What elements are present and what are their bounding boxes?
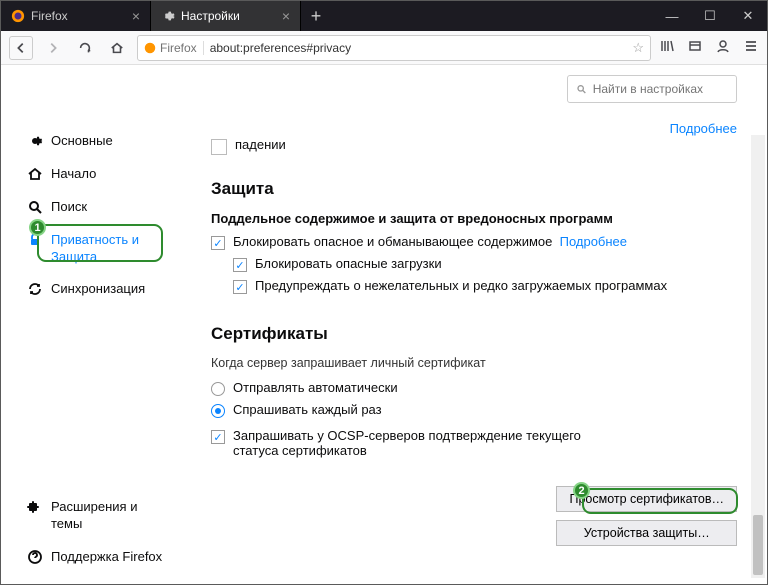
url-text: about:preferences#privacy <box>210 41 351 55</box>
settings-search-input[interactable] <box>593 82 728 96</box>
clipped-row: падении <box>211 137 737 155</box>
gear-icon <box>27 133 43 149</box>
forward-button[interactable] <box>41 36 65 60</box>
checkbox-label: Запрашивать у OCSP-серверов подтверждени… <box>233 428 591 458</box>
sidebar-item-search[interactable]: Поиск <box>21 191 171 224</box>
home-icon <box>27 166 43 182</box>
url-bar[interactable]: Firefox about:preferences#privacy ☆ <box>137 35 651 61</box>
minimize-button[interactable]: — <box>653 1 691 31</box>
checkbox-label: Блокировать опасное и обманывающее содер… <box>233 234 627 249</box>
identity-label: Firefox <box>160 41 197 55</box>
sidebar-item-general[interactable]: Основные <box>21 125 171 158</box>
tab-label: Firefox <box>31 9 68 23</box>
row-ocsp: Запрашивать у OCSP-серверов подтверждени… <box>211 428 591 458</box>
scrollbar-thumb[interactable] <box>753 515 763 575</box>
back-button[interactable] <box>9 36 33 60</box>
menu-icon[interactable] <box>743 38 759 57</box>
row-block-dangerous: Блокировать опасное и обманывающее содер… <box>211 234 737 250</box>
sidebar-item-label: Приватность и Защита <box>51 232 165 266</box>
row-block-downloads: Блокировать опасные загрузки <box>233 256 737 272</box>
titlebar: Firefox × Настройки × + — ☐ ✕ <box>1 1 767 31</box>
checkbox[interactable] <box>211 139 227 155</box>
content-area: Основные Начало Поиск Приватность и Защи… <box>1 65 767 584</box>
radio-label: Отправлять автоматически <box>233 380 398 395</box>
identity-box[interactable]: Firefox <box>144 41 204 55</box>
maximize-button[interactable]: ☐ <box>691 1 729 31</box>
section-protection-heading: Защита <box>211 179 737 199</box>
annotation-badge-1: 1 <box>29 219 46 236</box>
question-icon <box>27 549 43 565</box>
close-icon[interactable]: × <box>132 8 140 24</box>
sidebar: Основные Начало Поиск Приватность и Защи… <box>1 65 171 584</box>
bookmark-star-icon[interactable]: ☆ <box>632 40 644 56</box>
sidebar-item-label: Расширения и темы <box>51 499 165 533</box>
gear-icon <box>161 9 175 23</box>
security-devices-button[interactable]: Устройства защиты… <box>556 520 737 546</box>
tab-firefox[interactable]: Firefox × <box>1 1 151 31</box>
sidebar-item-label: Синхронизация <box>51 281 145 298</box>
sidebar-item-label: Поиск <box>51 199 87 216</box>
puzzle-icon <box>27 499 43 515</box>
row-radio-auto: Отправлять автоматически <box>211 380 737 396</box>
browser-window: Firefox × Настройки × + — ☐ ✕ <box>0 0 768 585</box>
checkbox[interactable] <box>233 258 247 272</box>
sub-deceptive-heading: Поддельное содержимое и защита от вредон… <box>211 211 737 226</box>
tab-settings[interactable]: Настройки × <box>151 1 301 31</box>
sidebar-item-extensions[interactable]: Расширения и темы <box>21 491 171 541</box>
close-button[interactable]: ✕ <box>729 1 767 31</box>
clipped-text: падении <box>235 137 286 152</box>
checkbox[interactable] <box>211 236 225 250</box>
firefox-icon <box>11 9 25 23</box>
annotation-badge-2: 2 <box>573 482 590 499</box>
home-button[interactable] <box>105 36 129 60</box>
downloads-icon[interactable] <box>687 38 703 57</box>
learn-more-link[interactable]: Подробнее <box>670 121 737 136</box>
sidebar-item-support[interactable]: Поддержка Firefox <box>21 541 171 574</box>
library-icon[interactable] <box>659 38 675 57</box>
tab-label: Настройки <box>181 9 240 23</box>
sidebar-item-label: Основные <box>51 133 113 150</box>
learn-more-link[interactable]: Подробнее <box>560 234 627 249</box>
checkbox-label: Предупреждать о нежелательных и редко за… <box>255 278 667 293</box>
scrollbar[interactable] <box>751 135 765 578</box>
checkbox[interactable] <box>233 280 247 294</box>
window-controls: — ☐ ✕ <box>653 1 767 31</box>
radio[interactable] <box>211 404 225 418</box>
radio-label: Спрашивать каждый раз <box>233 402 382 417</box>
row-radio-ask: Спрашивать каждый раз <box>211 402 737 418</box>
close-icon[interactable]: × <box>282 8 290 24</box>
toolbar: Firefox about:preferences#privacy ☆ <box>1 31 767 65</box>
search-icon <box>576 83 587 95</box>
sync-icon <box>27 281 43 297</box>
settings-search[interactable] <box>567 75 737 103</box>
sidebar-item-label: Начало <box>51 166 96 183</box>
row-warn-unwanted: Предупреждать о нежелательных и редко за… <box>233 278 737 294</box>
certs-description: Когда сервер запрашивает личный сертифик… <box>211 356 737 370</box>
sidebar-item-sync[interactable]: Синхронизация <box>21 273 171 306</box>
search-icon <box>27 199 43 215</box>
radio[interactable] <box>211 382 225 396</box>
account-icon[interactable] <box>715 38 731 57</box>
checkbox-label: Блокировать опасные загрузки <box>255 256 442 271</box>
new-tab-button[interactable]: + <box>301 1 331 31</box>
checkbox[interactable] <box>211 430 225 444</box>
reload-button[interactable] <box>73 36 97 60</box>
sidebar-item-label: Поддержка Firefox <box>51 549 162 566</box>
section-certs-heading: Сертификаты <box>211 324 737 344</box>
sidebar-item-home[interactable]: Начало <box>21 158 171 191</box>
main-panel: Подробнее падении Защита Поддельное соде… <box>171 65 767 584</box>
